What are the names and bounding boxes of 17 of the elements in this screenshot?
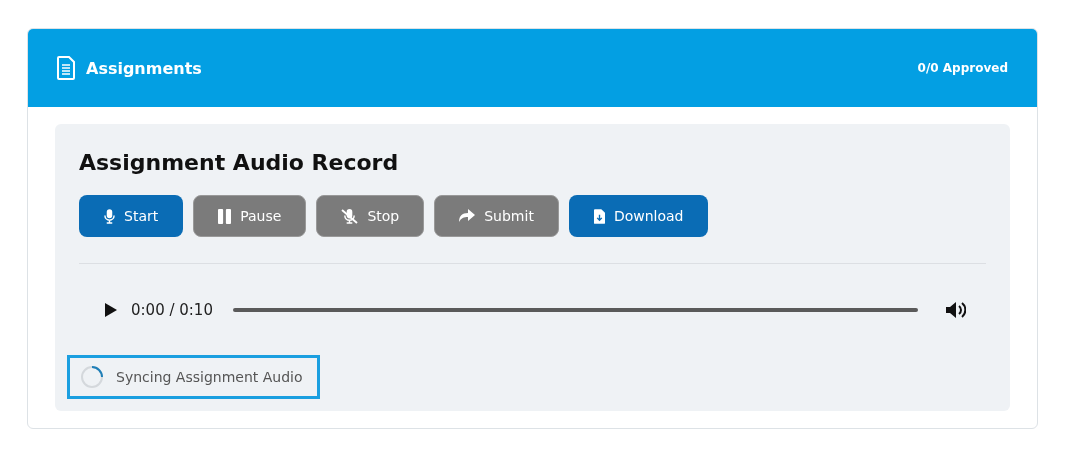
- recorder-button[interactable]: Start: [79, 195, 184, 237]
- download-button[interactable]: Download: [568, 195, 709, 237]
- audio-progress-track[interactable]: [232, 308, 918, 312]
- play-icon[interactable]: [105, 303, 117, 317]
- recorder-title: Assignment Audio Record: [79, 150, 400, 175]
- microphone-icon: [104, 208, 115, 224]
- share-arrow-icon: [459, 209, 476, 223]
- approval-status: 0/0 Approved: [917, 61, 1008, 75]
- sync-label: Syncing Assignment Audio: [116, 369, 303, 385]
- playback-time: 0:00 / 0:10: [131, 301, 213, 319]
- spinner-icon: [80, 365, 104, 389]
- pause-icon: [218, 208, 232, 224]
- document-icon: [57, 56, 75, 80]
- volume-icon[interactable]: [946, 301, 966, 319]
- muted-microphone-icon: [341, 208, 359, 224]
- file-download-icon: [593, 208, 605, 224]
- header-title: Assignments: [86, 58, 202, 78]
